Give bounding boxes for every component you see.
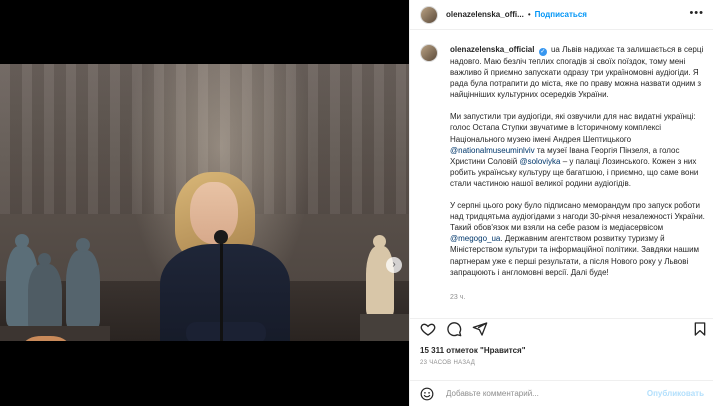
caption-paragraph-3: У серпні цього року було підписано мемор…: [450, 201, 705, 277]
post-side-panel: olenazelenska_offi... • Подписаться ••• …: [409, 0, 713, 406]
follow-button[interactable]: Подписаться: [535, 10, 587, 19]
emoji-icon[interactable]: [420, 387, 434, 401]
caption-paragraph-2: Ми запустили три аудіогіди, які озвучили…: [450, 112, 699, 188]
share-icon[interactable]: [472, 321, 488, 337]
caption-avatar[interactable]: [420, 44, 438, 62]
mention-link[interactable]: @megogo_ua: [450, 234, 500, 243]
heart-icon[interactable]: [420, 321, 436, 337]
more-dots-icon[interactable]: •••: [689, 7, 704, 19]
bookmark-icon[interactable]: [692, 321, 708, 337]
mention-link[interactable]: @soloviyka: [519, 157, 560, 166]
next-slide-button[interactable]: ›: [386, 257, 402, 273]
header-username[interactable]: olenazelenska_offi...: [446, 10, 524, 19]
post-media: ›: [0, 0, 409, 406]
comment-bar: Опубликовать: [410, 380, 713, 406]
pedestal: [360, 314, 409, 341]
post-timestamp[interactable]: 23 ЧАСОВ НАЗАД: [420, 360, 475, 366]
microphone: [214, 230, 228, 244]
avatar[interactable]: [420, 5, 438, 24]
microphone-stand: [220, 239, 223, 341]
action-bar: [410, 318, 713, 342]
publish-comment-button[interactable]: Опубликовать: [647, 389, 704, 398]
comment-input[interactable]: [446, 389, 646, 398]
caption-text: olenazelenska_official ✓ ua Львів надиха…: [450, 44, 706, 278]
instagram-post-modal: › olenazelenska_offi... • Подписаться ••…: [0, 0, 713, 406]
post-photo[interactable]: ›: [0, 64, 409, 341]
caption-timestamp[interactable]: 23 ч.: [450, 294, 465, 301]
statue: [366, 235, 394, 316]
mention-link[interactable]: @nationalmuseuminlviv: [450, 146, 535, 155]
verified-badge-icon: ✓: [538, 48, 547, 56]
statue: [28, 253, 62, 330]
comment-icon[interactable]: [446, 321, 462, 337]
header-separator: •: [527, 10, 531, 19]
post-header: olenazelenska_offi... • Подписаться •••: [410, 0, 713, 30]
likes-count[interactable]: 15 311 отметок "Нравится": [420, 346, 526, 355]
person-arms: [186, 322, 266, 341]
caption-username[interactable]: olenazelenska_official: [450, 45, 534, 54]
statue: [66, 238, 100, 328]
post-caption: olenazelenska_official ✓ ua Львів надиха…: [410, 38, 713, 310]
